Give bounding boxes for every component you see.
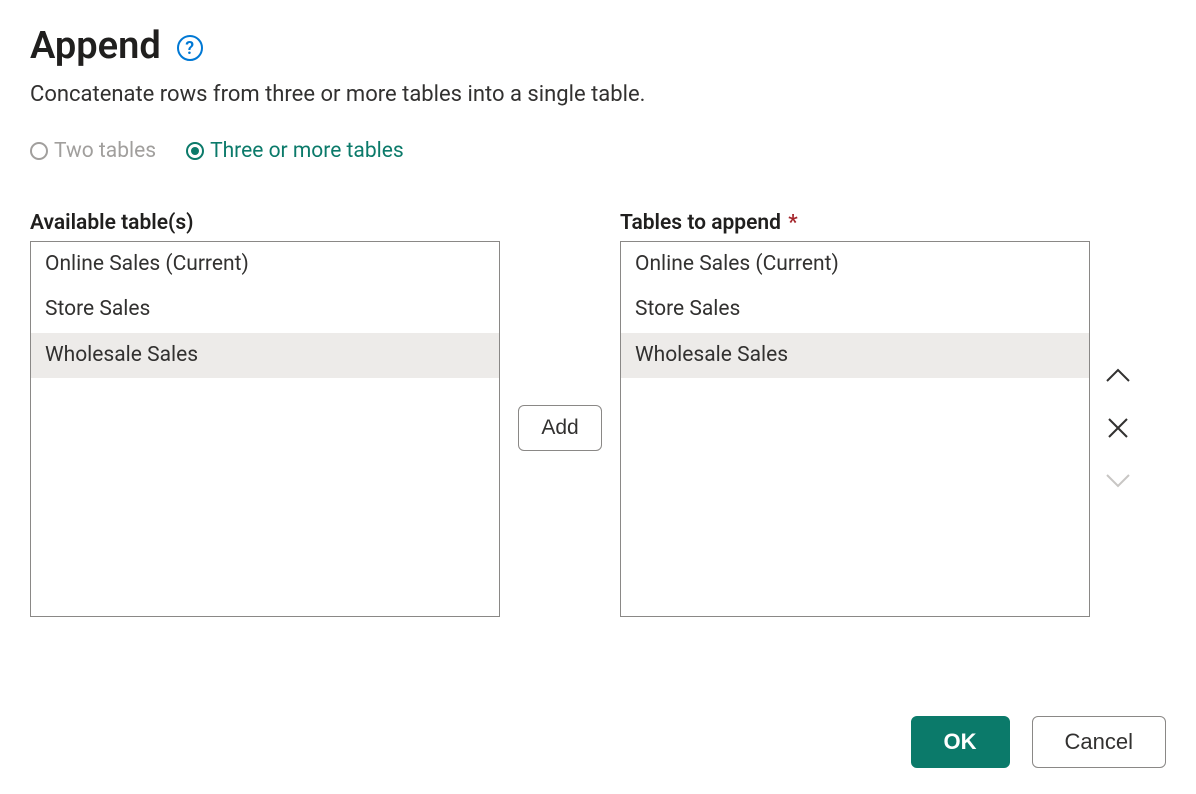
available-tables-label: Available table(s): [30, 211, 500, 235]
append-tables-listbox[interactable]: Online Sales (Current)Store SalesWholesa…: [620, 241, 1090, 617]
required-star: *: [788, 211, 797, 235]
radio-two-tables[interactable]: Two tables: [30, 139, 156, 163]
move-up-button[interactable]: [1103, 364, 1133, 388]
chevron-down-icon: [1104, 471, 1132, 489]
append-table-item[interactable]: Store Sales: [621, 287, 1089, 332]
available-tables-listbox[interactable]: Online Sales (Current)Store SalesWholesa…: [30, 241, 500, 617]
cancel-button[interactable]: Cancel: [1032, 716, 1166, 768]
dialog-footer: OK Cancel: [911, 716, 1166, 768]
help-icon[interactable]: ?: [177, 35, 203, 61]
radio-three-or-more-label: Three or more tables: [210, 139, 404, 163]
x-icon: [1106, 416, 1130, 440]
available-table-item[interactable]: Wholesale Sales: [31, 333, 499, 378]
add-button[interactable]: Add: [518, 405, 601, 451]
radio-circle-selected-icon: [186, 142, 204, 160]
available-table-item[interactable]: Online Sales (Current): [31, 242, 499, 287]
move-down-button[interactable]: [1103, 468, 1133, 492]
available-tables-column: Available table(s) Online Sales (Current…: [30, 211, 500, 617]
reorder-actions: [1090, 211, 1146, 617]
remove-button[interactable]: [1103, 416, 1133, 440]
append-tables-label-text: Tables to append: [620, 211, 781, 235]
radio-two-tables-label: Two tables: [54, 139, 156, 163]
add-column: Add: [500, 211, 620, 617]
mode-radio-group: Two tables Three or more tables: [30, 139, 1166, 163]
radio-three-or-more[interactable]: Three or more tables: [186, 139, 404, 163]
ok-button[interactable]: OK: [911, 716, 1010, 768]
dialog-title: Append: [30, 24, 161, 68]
available-table-item[interactable]: Store Sales: [31, 287, 499, 332]
radio-circle-icon: [30, 142, 48, 160]
append-dialog: Append ? Concatenate rows from three or …: [0, 0, 1196, 794]
chevron-up-icon: [1104, 367, 1132, 385]
columns-container: Available table(s) Online Sales (Current…: [30, 211, 1166, 617]
append-tables-column: Tables to append * Online Sales (Current…: [620, 211, 1090, 617]
append-tables-label: Tables to append *: [620, 211, 1090, 235]
append-table-item[interactable]: Wholesale Sales: [621, 333, 1089, 378]
dialog-subtitle: Concatenate rows from three or more tabl…: [30, 82, 1166, 107]
dialog-header: Append ?: [30, 24, 1166, 68]
append-table-item[interactable]: Online Sales (Current): [621, 242, 1089, 287]
